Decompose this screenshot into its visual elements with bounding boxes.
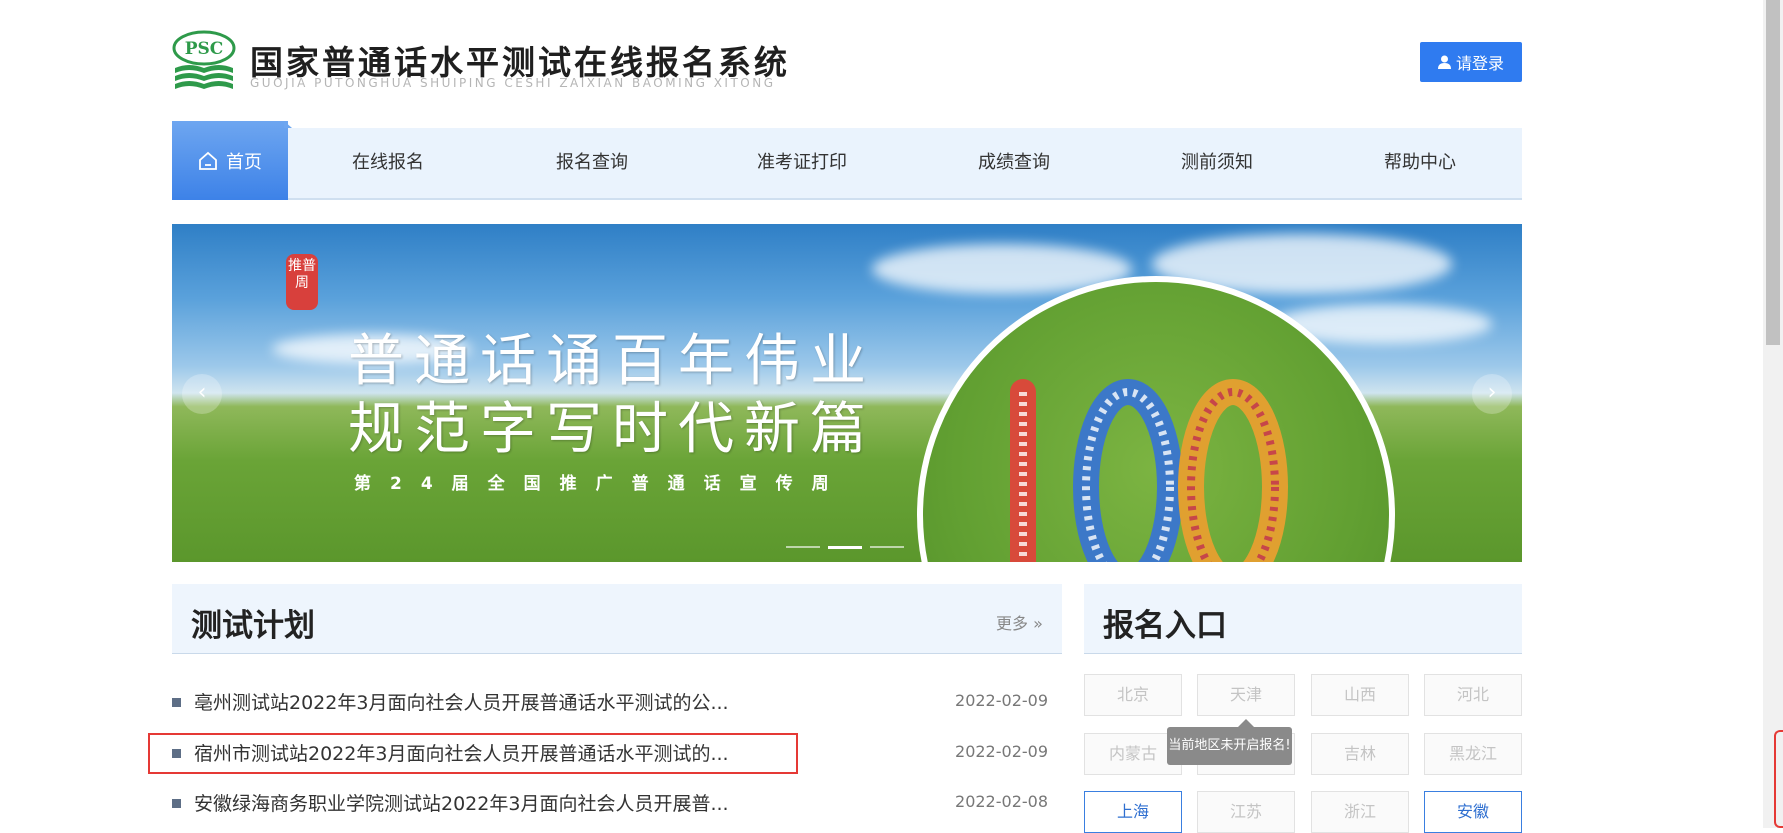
carousel-indicator-3[interactable] — [870, 546, 904, 548]
nav-item-test-notice[interactable]: 测前须知 — [1157, 128, 1277, 198]
scrollbar-thumb[interactable] — [1766, 0, 1780, 345]
province-beijing[interactable]: 北京 — [1084, 674, 1182, 716]
news-item[interactable]: 亳州测试站2022年3月面向社会人员开展普通话水平测试的公... 2022-02… — [172, 682, 1062, 722]
nav-home[interactable]: 首页 — [172, 121, 288, 200]
campaign-seal: 推普周 — [286, 254, 318, 310]
carousel-prev-button[interactable]: ‹ — [182, 374, 222, 414]
nav-item-help-center[interactable]: 帮助中心 — [1360, 128, 1480, 198]
nav-home-label: 首页 — [226, 151, 262, 173]
province-shanghai[interactable]: 上海 — [1084, 791, 1182, 833]
news-title[interactable]: 安徽绿海商务职业学院测试站2022年3月面向社会人员开展普... — [194, 789, 729, 816]
news-date: 2022-02-09 — [955, 742, 1048, 761]
scroll-edge-marker — [1774, 730, 1783, 828]
province-tianjin[interactable]: 天津 — [1197, 674, 1295, 716]
entry-title: 报名入口 — [1103, 608, 1227, 644]
home-icon — [199, 151, 217, 170]
carousel-next-button[interactable]: › — [1472, 374, 1512, 414]
news-item[interactable]: 安徽绿海商务职业学院测试站2022年3月面向社会人员开展普... 2022-02… — [172, 783, 1062, 823]
news-date: 2022-02-08 — [955, 792, 1048, 811]
province-zhejiang[interactable]: 浙江 — [1311, 791, 1409, 833]
province-heilongjiang[interactable]: 黑龙江 — [1424, 733, 1522, 775]
banner-slogan-line2: 规范字写时代新篇 — [348, 397, 876, 462]
site-subtitle: GUOJIA PUTONGHUA SHUIPING CESHI ZAIXIAN … — [250, 76, 776, 90]
banner-carousel[interactable]: 推普周 普通话诵百年伟业 规范字写时代新篇 第24届全国推广普通话宣传周 ‹ › — [172, 224, 1522, 562]
bullet-icon — [172, 799, 181, 808]
nav-home-corner — [284, 121, 292, 128]
region-closed-tooltip: 当前地区未开启报名! — [1167, 727, 1292, 765]
news-date: 2022-02-09 — [955, 691, 1048, 710]
login-label: 请登录 — [1455, 54, 1504, 73]
banner-subline: 第24届全国推广普通话宣传周 — [354, 474, 848, 494]
province-hebei[interactable]: 河北 — [1424, 674, 1522, 716]
plan-more-link[interactable]: 更多 » — [996, 610, 1043, 634]
tooltip-arrow — [1238, 719, 1254, 727]
nav-item-score-query[interactable]: 成绩查询 — [954, 128, 1074, 198]
province-anhui[interactable]: 安徽 — [1424, 791, 1522, 833]
province-shanxi[interactable]: 山西 — [1311, 674, 1409, 716]
plan-title: 测试计划 — [191, 608, 315, 644]
nav-item-admission-ticket[interactable]: 准考证打印 — [742, 128, 862, 198]
nav-item-registration-query[interactable]: 报名查询 — [532, 128, 652, 198]
carousel-indicator-2[interactable] — [828, 546, 862, 549]
user-icon — [1437, 55, 1451, 69]
psc-logo: PSC — [171, 30, 237, 94]
selection-highlight — [148, 733, 798, 774]
province-jilin[interactable]: 吉林 — [1311, 733, 1409, 775]
province-jiangsu[interactable]: 江苏 — [1197, 791, 1295, 833]
bullet-icon — [172, 698, 181, 707]
news-title[interactable]: 亳州测试站2022年3月面向社会人员开展普通话水平测试的公... — [194, 688, 729, 715]
nav-item-online-registration[interactable]: 在线报名 — [328, 128, 448, 198]
logo-text: PSC — [185, 39, 224, 59]
login-button[interactable]: 请登录 — [1420, 42, 1522, 82]
carousel-indicator-1[interactable] — [786, 546, 820, 548]
